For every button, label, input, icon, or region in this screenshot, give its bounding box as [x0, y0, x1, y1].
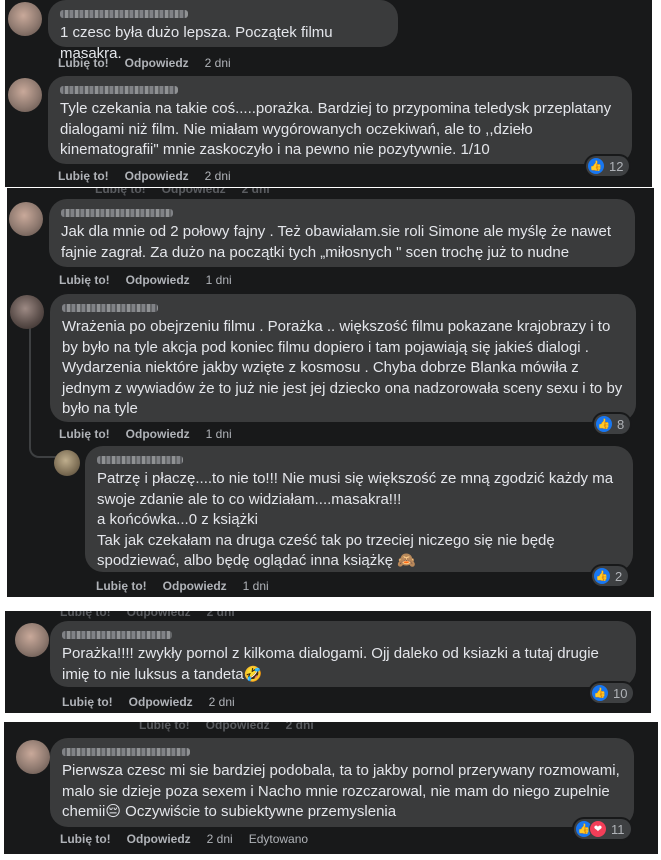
comment-timestamp[interactable]: 2 dni — [205, 169, 231, 183]
author-name-blurred[interactable] — [97, 456, 183, 464]
comment-actions: Lubię to! Odpowiedz 1 dni — [59, 273, 232, 287]
comment-actions: Lubię to! Odpowiedz 2 dni — [58, 169, 231, 183]
avatar[interactable] — [54, 450, 80, 476]
comment-bubble: Jak dla mnie od 2 połowy fajny . Też oba… — [49, 199, 635, 267]
avatar[interactable] — [16, 740, 50, 774]
comment-actions: Lubię to! Odpowiedz 2 dni — [62, 695, 235, 709]
reaction-number: 11 — [611, 821, 625, 837]
like-button[interactable]: Lubię to! — [59, 273, 110, 287]
thumbs-up-icon: 👍 — [596, 416, 612, 432]
author-name-blurred[interactable] — [62, 304, 158, 312]
reply-button[interactable]: Odpowiedz — [126, 273, 190, 287]
avatar[interactable] — [8, 2, 42, 36]
like-button[interactable]: Lubię to! — [60, 832, 111, 846]
author-name-blurred[interactable] — [60, 10, 188, 18]
author-name-blurred[interactable] — [62, 748, 190, 756]
comments-panel-2: Lubię to! Odpowiedz 2 dni Jak dla mnie od … — [7, 188, 654, 597]
reply-button[interactable]: Odpowiedz — [163, 579, 227, 593]
like-button[interactable]: Lubię to! — [62, 695, 113, 709]
reply-button[interactable]: Odpowiedz — [127, 832, 191, 846]
reaction-count[interactable]: 👍 2 — [592, 566, 629, 586]
reaction-count[interactable]: 👍 12 — [586, 156, 630, 176]
author-name-blurred[interactable] — [62, 631, 172, 639]
comment-timestamp[interactable]: 1 dni — [206, 427, 232, 441]
reaction-number: 2 — [615, 568, 623, 584]
cropped-actions-row: Lubię to! Odpowiedz 2 dni — [139, 722, 314, 732]
thumbs-up-icon: 👍 — [594, 568, 610, 584]
thumbs-up-icon: 👍 — [588, 158, 604, 174]
comment-actions: Lubię to! Odpowiedz 1 dni — [96, 579, 269, 593]
reply-button[interactable]: Odpowiedz — [126, 427, 190, 441]
reaction-count[interactable]: 👍 ❤ 11 — [574, 819, 631, 839]
comments-panel-1: 1 czesc była dużo lepsza. Początek filmu… — [5, 0, 652, 187]
comment-text: Tyle czekania na takie coś.....porażka. … — [60, 100, 612, 158]
avatar[interactable] — [9, 202, 43, 236]
reaction-number: 8 — [617, 416, 625, 432]
reaction-number: 10 — [613, 685, 628, 701]
comment-bubble: Wrażenia po obejrzeniu filmu . Porażka .… — [50, 294, 636, 422]
reaction-count[interactable]: 👍 8 — [594, 414, 631, 434]
comment-bubble: Tyle czekania na takie coś.....porażka. … — [48, 76, 632, 164]
like-button[interactable]: Lubię to! — [59, 427, 110, 441]
edited-label[interactable]: Edytowano — [249, 832, 308, 846]
avatar[interactable] — [15, 623, 49, 657]
reply-button[interactable]: Odpowiedz — [125, 56, 189, 70]
reply-button[interactable]: Odpowiedz — [125, 169, 189, 183]
comment-timestamp[interactable]: 1 dni — [206, 273, 232, 287]
comment-text: Porażka!!!! zwykły pornol z kilkoma dial… — [62, 645, 599, 683]
author-name-blurred[interactable] — [60, 86, 178, 94]
like-button[interactable]: Lubię to! — [58, 56, 109, 70]
comment-text: Patrzę i płaczę....to nie to!!! Nie musi… — [97, 470, 614, 569]
thumbs-up-icon: 👍 — [592, 685, 608, 701]
comment-timestamp[interactable]: 1 dni — [243, 579, 269, 593]
like-button[interactable]: Lubię to! — [58, 169, 109, 183]
comments-panel-3: Lubię to! Odpowiedz 2 dni Porażka!!!! zwyk… — [5, 611, 651, 713]
avatar[interactable] — [10, 295, 44, 329]
comment-text: Pierwsza czesc mi sie bardziej podobala,… — [62, 762, 620, 820]
comment-timestamp[interactable]: 2 dni — [207, 832, 233, 846]
comment-text: Jak dla mnie od 2 połowy fajny . Też oba… — [61, 223, 611, 261]
reaction-number: 12 — [609, 158, 624, 174]
avatar[interactable] — [8, 78, 42, 112]
comment-bubble: 1 czesc była dużo lepsza. Początek filmu… — [48, 0, 398, 62]
comments-panel-4: Lubię to! Odpowiedz 2 dni Pierwsza czesc m… — [4, 722, 658, 854]
author-name-blurred[interactable] — [61, 209, 173, 217]
heart-icon: ❤ — [590, 821, 606, 837]
cropped-actions-row: Lubię to! Odpowiedz 2 dni — [60, 611, 235, 619]
comment-actions: Lubię to! Odpowiedz 2 dni Edytowano — [60, 832, 308, 846]
comment-timestamp[interactable]: 2 dni — [205, 56, 231, 70]
comment-actions: Lubię to! Odpowiedz 2 dni — [58, 56, 231, 70]
comment-bubble: Porażka!!!! zwykły pornol z kilkoma dial… — [50, 621, 636, 687]
comment-timestamp[interactable]: 2 dni — [209, 695, 235, 709]
comment-actions: Lubię to! Odpowiedz 1 dni — [59, 427, 232, 441]
reply-button[interactable]: Odpowiedz — [129, 695, 193, 709]
comment-bubble: Pierwsza czesc mi sie bardziej podobala,… — [50, 738, 634, 827]
reaction-count[interactable]: 👍 10 — [590, 683, 634, 703]
comment-bubble: Patrzę i płaczę....to nie to!!! Nie musi… — [85, 446, 633, 572]
like-button[interactable]: Lubię to! — [96, 579, 147, 593]
cropped-actions-row: Lubię to! Odpowiedz 2 dni — [95, 188, 270, 196]
comment-text: Wrażenia po obejrzeniu filmu . Porażka .… — [62, 318, 623, 417]
